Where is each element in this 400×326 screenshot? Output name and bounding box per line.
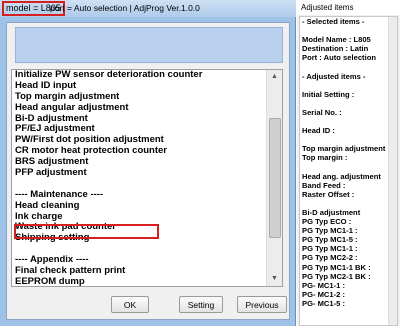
setting-button[interactable]: Setting xyxy=(179,296,223,313)
panel-line: Port : Auto selection xyxy=(302,53,376,63)
panel-line: PG- MC1-5 : xyxy=(302,298,346,308)
panel-lines: - Selected items - Model Name : L805 Desti… xyxy=(302,17,397,308)
panel-spacer xyxy=(302,199,397,208)
panel-line: Raster Offset : xyxy=(302,189,355,199)
panel-spacer xyxy=(302,26,397,35)
panel-line: Destination : Latin xyxy=(302,44,369,54)
panel-line: Bi-D adjustment xyxy=(302,207,361,217)
panel-line: PG Typ MC1-5 : xyxy=(302,235,358,245)
panel-line: PG Typ ECO : xyxy=(302,217,352,227)
panel-line: PG- MC1-2 : xyxy=(302,289,346,299)
panel-line: Head ID : xyxy=(302,126,335,136)
dialog-client-area: Initialize PW sensor deterioration count… xyxy=(6,22,290,320)
panel-spacer xyxy=(302,135,397,144)
adjusted-items-panel: Adjusted items - Selected items - Model N… xyxy=(297,0,400,326)
ok-button[interactable]: OK xyxy=(111,296,149,313)
list-item[interactable]: Head cleaning xyxy=(15,200,267,212)
panel-line: Top margin adjustment xyxy=(302,144,386,154)
panel-line: PG Typ MC1-1 : xyxy=(302,244,358,254)
panel-body: - Selected items - Model Name : L805 Desti… xyxy=(299,16,398,326)
scroll-up-icon[interactable]: ▲ xyxy=(267,70,282,84)
list-item[interactable]: EEPROM dump xyxy=(15,276,267,286)
previous-button[interactable]: Previous xyxy=(237,296,287,313)
panel-line: Band Feed : xyxy=(302,180,346,190)
scroll-down-icon[interactable]: ▼ xyxy=(267,272,282,286)
panel-title: Adjusted items xyxy=(297,0,400,15)
info-panel xyxy=(15,27,283,63)
title-port-version: port = Auto selection | AdjProg Ver.1.0.… xyxy=(50,3,200,13)
list-item[interactable]: PFP adjustment xyxy=(15,167,267,179)
list-item[interactable]: Head angular adjustment xyxy=(15,102,267,114)
panel-line: - Adjusted items - xyxy=(302,71,366,81)
panel-line: PG Typ MC2-1 BK : xyxy=(302,271,371,281)
panel-line: Serial No. : xyxy=(302,107,342,117)
panel-spacer xyxy=(302,99,397,108)
panel-line: Head ang. adjustment xyxy=(302,171,381,181)
function-list[interactable]: Initialize PW sensor deterioration count… xyxy=(11,69,283,287)
title-bar: model = L805 port = Auto selection | Adj… xyxy=(0,0,296,17)
highlight-frame xyxy=(14,224,159,239)
panel-line: Model Name : L805 xyxy=(302,35,371,45)
panel-line: Initial Setting : xyxy=(302,89,355,99)
panel-line: PG Typ MC2-2 : xyxy=(302,253,358,263)
panel-scrollbar[interactable] xyxy=(388,17,397,325)
main-dialog: model = L805 port = Auto selection | Adj… xyxy=(0,0,296,326)
panel-line: PG Typ MC1-1 BK : xyxy=(302,262,371,272)
function-list-items: Initialize PW sensor deterioration count… xyxy=(15,70,267,286)
panel-line: Top margin : xyxy=(302,153,348,163)
panel-line: PG- MC1-1 : xyxy=(302,280,346,290)
panel-line: - Selected items - xyxy=(302,17,365,26)
panel-spacer xyxy=(302,81,397,90)
panel-spacer xyxy=(302,163,397,172)
panel-line: PG Typ MC1-1 : xyxy=(302,226,358,236)
scroll-thumb[interactable] xyxy=(269,118,281,238)
panel-spacer xyxy=(302,117,397,126)
panel-spacer xyxy=(302,62,397,71)
list-scrollbar[interactable]: ▲ ▼ xyxy=(266,70,282,286)
